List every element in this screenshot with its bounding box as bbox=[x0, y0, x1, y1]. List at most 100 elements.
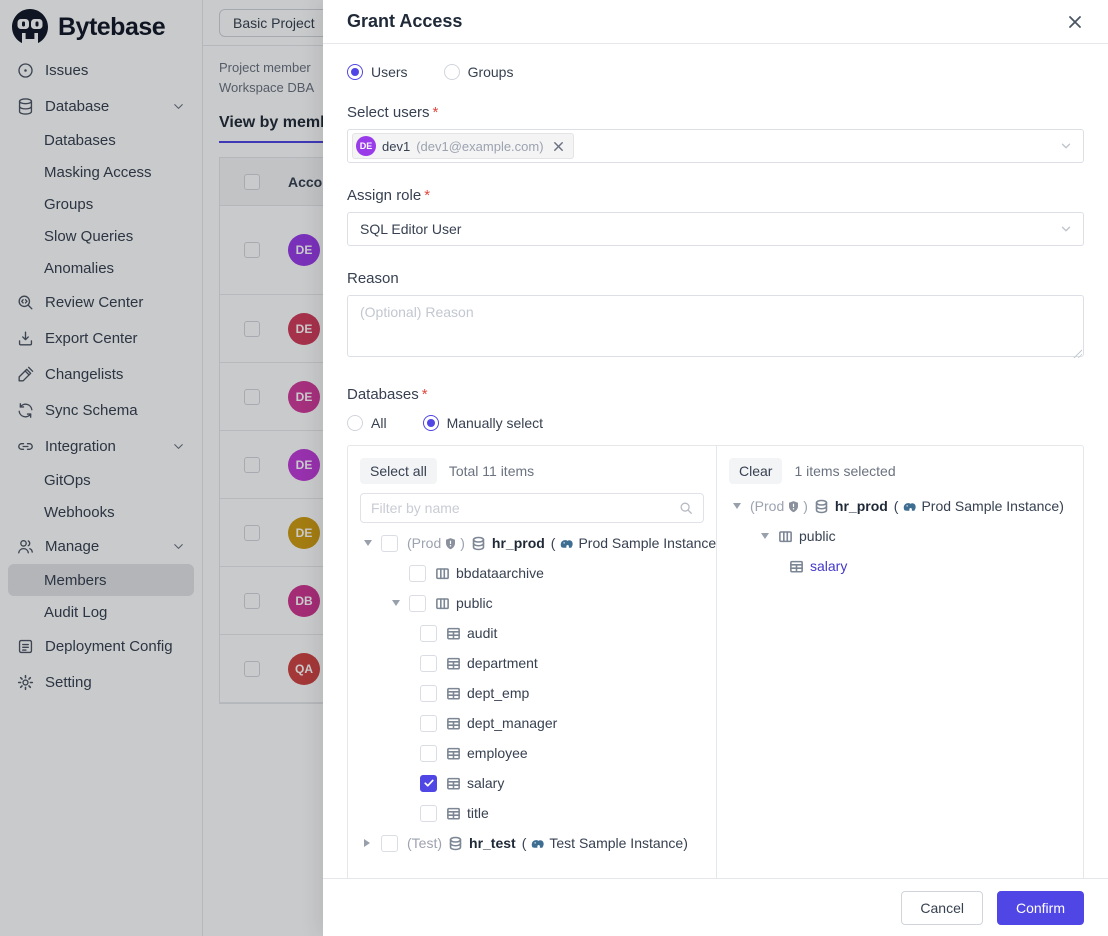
member-type-radios: Users Groups bbox=[347, 64, 1084, 80]
tree-node-hr_test[interactable]: (Test)hr_test(Test Sample Instance) bbox=[360, 828, 704, 858]
transfer-selected-pane: Clear 1 items selected (Prod)hr_prod(Pro… bbox=[717, 446, 1083, 878]
required-asterisk: * bbox=[424, 187, 430, 204]
instance-label: (Prod Sample Instance bbox=[551, 535, 716, 551]
radio-manually-select[interactable]: Manually select bbox=[423, 415, 544, 431]
tree-node-salary[interactable]: salary bbox=[360, 768, 704, 798]
tree-checkbox-dept_emp[interactable] bbox=[420, 685, 437, 702]
caret-down-icon[interactable] bbox=[733, 503, 750, 509]
tree-node-audit[interactable]: audit bbox=[360, 618, 704, 648]
tree-node-bbdataarchive[interactable]: bbdataarchive bbox=[360, 558, 704, 588]
tree-filter bbox=[360, 493, 704, 523]
tree-node-label: employee bbox=[467, 745, 528, 761]
reason-label: Reason bbox=[347, 270, 1084, 287]
caret-down-icon[interactable] bbox=[761, 533, 778, 539]
selected-user-name: dev1 bbox=[382, 139, 410, 154]
search-icon bbox=[679, 501, 693, 515]
radio-manual-control[interactable] bbox=[423, 415, 439, 431]
shield-icon bbox=[787, 500, 800, 513]
tree-node-hr_prod[interactable]: (Prod)hr_prod(Prod Sample Instance) bbox=[729, 491, 1071, 521]
chevron-down-icon bbox=[1059, 139, 1073, 153]
table-icon bbox=[446, 806, 461, 821]
users-multiselect[interactable]: DE dev1 (dev1@example.com) bbox=[347, 129, 1084, 163]
shield-icon bbox=[444, 537, 457, 550]
postgres-icon bbox=[530, 836, 545, 851]
tree-node-label: title bbox=[467, 805, 489, 821]
radio-all-databases[interactable]: All bbox=[347, 415, 387, 431]
tree-node-dept_manager[interactable]: dept_manager bbox=[360, 708, 704, 738]
clear-button[interactable]: Clear bbox=[729, 458, 782, 484]
caret-down-icon[interactable] bbox=[392, 600, 409, 606]
instance-label: (Prod Sample Instance) bbox=[894, 498, 1064, 514]
postgres-icon bbox=[559, 536, 574, 551]
modal-footer: Cancel Confirm bbox=[323, 878, 1108, 936]
postgres-icon bbox=[902, 499, 917, 514]
tree-node-hr_prod[interactable]: (Prod)hr_prod(Prod Sample Instance bbox=[360, 528, 704, 558]
select-users-label: Select users* bbox=[347, 104, 1084, 121]
tree-checkbox-employee[interactable] bbox=[420, 745, 437, 762]
tree-checkbox-dept_manager[interactable] bbox=[420, 715, 437, 732]
radio-groups[interactable]: Groups bbox=[444, 64, 514, 80]
app-root: Bytebase IssuesDatabaseDatabasesMasking … bbox=[0, 0, 1108, 936]
role-select[interactable]: SQL Editor User bbox=[347, 212, 1084, 246]
radio-groups-control[interactable] bbox=[444, 64, 460, 80]
radio-all-control[interactable] bbox=[347, 415, 363, 431]
transfer-source-pane: Select all Total 11 items (Prod)hr_prod(… bbox=[348, 446, 717, 878]
remove-user-icon[interactable] bbox=[552, 140, 565, 153]
confirm-button[interactable]: Confirm bbox=[997, 891, 1084, 925]
tree-node-dept_emp[interactable]: dept_emp bbox=[360, 678, 704, 708]
tree-checkbox-title[interactable] bbox=[420, 805, 437, 822]
required-asterisk: * bbox=[433, 104, 439, 121]
tree-node-employee[interactable]: employee bbox=[360, 738, 704, 768]
filter-input[interactable] bbox=[371, 500, 671, 516]
selected-tree: (Prod)hr_prod(Prod Sample Instance)publi… bbox=[729, 491, 1071, 581]
database-transfer: Select all Total 11 items (Prod)hr_prod(… bbox=[347, 445, 1084, 878]
selected-user-email: (dev1@example.com) bbox=[416, 139, 543, 154]
databases-scope-radios: All Manually select bbox=[347, 415, 1084, 431]
tree-node-label: hr_prod bbox=[835, 498, 888, 514]
tree-checkbox-bbdataarchive[interactable] bbox=[409, 565, 426, 582]
tree-checkbox-public[interactable] bbox=[409, 595, 426, 612]
select-all-button[interactable]: Select all bbox=[360, 458, 437, 484]
tree-node-label: public bbox=[799, 528, 836, 544]
tree-node-department[interactable]: department bbox=[360, 648, 704, 678]
modal-header: Grant Access bbox=[323, 0, 1108, 44]
tree-node-public[interactable]: public bbox=[729, 521, 1071, 551]
selected-items-count: 1 items selected bbox=[794, 463, 895, 479]
tree-node-label: audit bbox=[467, 625, 497, 641]
tree-node-label: hr_test bbox=[469, 835, 516, 851]
grant-access-modal: Grant Access Users Groups Select users* bbox=[323, 0, 1108, 936]
tree-node-public[interactable]: public bbox=[360, 588, 704, 618]
tree-node-salary[interactable]: salary bbox=[729, 551, 1071, 581]
schema-icon bbox=[435, 596, 450, 611]
tree-checkbox-department[interactable] bbox=[420, 655, 437, 672]
table-icon bbox=[446, 686, 461, 701]
tree-node-label: salary bbox=[810, 558, 847, 574]
table-icon bbox=[446, 626, 461, 641]
modal-body: Users Groups Select users* DE dev1 (dev1… bbox=[323, 44, 1108, 878]
modal-title: Grant Access bbox=[347, 11, 462, 32]
tree-node-label: salary bbox=[467, 775, 504, 791]
tree-node-title[interactable]: title bbox=[360, 798, 704, 828]
database-icon bbox=[471, 536, 486, 551]
reason-textarea[interactable] bbox=[347, 295, 1084, 357]
tree-checkbox-audit[interactable] bbox=[420, 625, 437, 642]
database-icon bbox=[814, 499, 829, 514]
schema-icon bbox=[778, 529, 793, 544]
tree-node-label: department bbox=[467, 655, 538, 671]
radio-users[interactable]: Users bbox=[347, 64, 408, 80]
table-icon bbox=[446, 716, 461, 731]
tree-checkbox-hr_prod[interactable] bbox=[381, 535, 398, 552]
tree-checkbox-hr_test[interactable] bbox=[381, 835, 398, 852]
environment-label: (Prod) bbox=[407, 535, 465, 551]
radio-users-control[interactable] bbox=[347, 64, 363, 80]
tree-checkbox-salary[interactable] bbox=[420, 775, 437, 792]
cancel-button[interactable]: Cancel bbox=[901, 891, 983, 925]
avatar: DE bbox=[356, 136, 376, 156]
close-icon[interactable] bbox=[1064, 11, 1086, 33]
radio-manual-label: Manually select bbox=[447, 415, 544, 431]
caret-right-icon[interactable] bbox=[364, 839, 381, 847]
table-icon bbox=[446, 656, 461, 671]
tree-node-label: public bbox=[456, 595, 493, 611]
tree-node-label: hr_prod bbox=[492, 535, 545, 551]
caret-down-icon[interactable] bbox=[364, 540, 381, 546]
